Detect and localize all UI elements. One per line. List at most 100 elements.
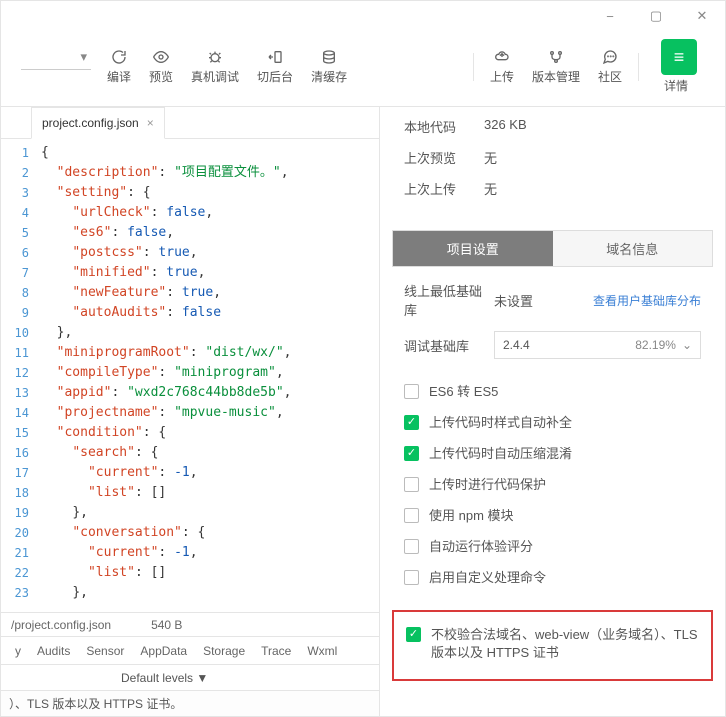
- branch-icon: [548, 48, 564, 66]
- debug-tab-y[interactable]: y: [7, 644, 29, 658]
- checkbox-icon[interactable]: [404, 508, 419, 523]
- code-line: 12 "compileType": "miniprogram",: [1, 363, 379, 383]
- editor-status-bar: /project.config.json 540 B: [1, 612, 379, 636]
- check-auto-compress[interactable]: 上传代码时自动压缩混淆: [404, 445, 701, 463]
- segment-control: 项目设置 域名信息: [392, 230, 713, 267]
- highlighted-setting-box: 不校验合法域名、web-view（业务域名）、TLS 版本以及 HTTPS 证书: [392, 610, 713, 681]
- code-line: 16 "search": {: [1, 443, 379, 463]
- check-label: 上传代码时样式自动补全: [429, 414, 572, 432]
- upload-icon: [493, 48, 511, 66]
- code-line: 20 "conversation": {: [1, 523, 379, 543]
- community-button[interactable]: 社区: [590, 44, 630, 89]
- checkbox-icon[interactable]: [404, 539, 419, 554]
- clear-cache-button[interactable]: 清缓存: [303, 44, 355, 89]
- code-line: 21 "current": -1,: [1, 543, 379, 563]
- code-line: 9 "autoAudits": false: [1, 303, 379, 323]
- console-message-row: ）、TLS 版本以及 HTTPS 证书。: [1, 690, 379, 716]
- window-close-button[interactable]: ✕: [687, 1, 717, 31]
- code-line: 6 "postcss": true,: [1, 243, 379, 263]
- compile-icon: [111, 48, 127, 66]
- debug-tab-trace[interactable]: Trace: [253, 644, 299, 658]
- chat-icon: [601, 48, 619, 66]
- check-npm[interactable]: 使用 npm 模块: [404, 507, 701, 525]
- device-dropdown[interactable]: ▾: [21, 44, 91, 70]
- debug-tab-audits[interactable]: Audits: [29, 644, 78, 658]
- code-line: 3 "setting": {: [1, 183, 379, 203]
- code-line: 14 "projectname": "mpvue-music",: [1, 403, 379, 423]
- debug-tab-appdata[interactable]: AppData: [132, 644, 195, 658]
- menu-icon: ≡: [661, 39, 697, 75]
- checkbox-icon[interactable]: [404, 570, 419, 585]
- check-style-complete[interactable]: 上传代码时样式自动补全: [404, 414, 701, 432]
- window-titlebar: − ▢ ✕: [1, 1, 725, 31]
- log-levels-dropdown[interactable]: Default levels ▼: [121, 671, 208, 685]
- debug-base-select[interactable]: 2.4.4 82.19% ⌄: [494, 331, 701, 359]
- debug-tab-wxml[interactable]: Wxml: [299, 644, 345, 658]
- preview-button[interactable]: 预览: [141, 44, 181, 89]
- file-tab[interactable]: project.config.json ×: [31, 107, 165, 139]
- code-editor[interactable]: 1{2 "description": "项目配置文件。",3 "setting"…: [1, 139, 379, 612]
- status-size: 540 B: [151, 618, 182, 632]
- check-custom-cmd[interactable]: 启用自定义处理命令: [404, 569, 701, 587]
- check-skip-domain-verify[interactable]: 不校验合法域名、web-view（业务域名）、TLS 版本以及 HTTPS 证书: [406, 626, 699, 662]
- checkbox-icon[interactable]: [404, 446, 419, 461]
- compile-button[interactable]: 编译: [99, 44, 139, 89]
- version-button[interactable]: 版本管理: [524, 44, 588, 89]
- code-line: 18 "list": []: [1, 483, 379, 503]
- checkbox-icon[interactable]: [406, 627, 421, 642]
- editor-pane: project.config.json × 1{2 "description":…: [1, 107, 380, 716]
- checkbox-icon[interactable]: [404, 384, 419, 399]
- stack-icon: [321, 48, 337, 66]
- check-label: 上传时进行代码保护: [429, 476, 546, 494]
- chevron-down-icon: ⌄: [682, 338, 692, 352]
- check-code-protect[interactable]: 上传时进行代码保护: [404, 476, 701, 494]
- code-line: 11 "miniprogramRoot": "dist/wx/",: [1, 343, 379, 363]
- code-line: 7 "minified": true,: [1, 263, 379, 283]
- check-label: 不校验合法域名、web-view（业务域名）、TLS 版本以及 HTTPS 证书: [431, 626, 699, 662]
- editor-tabs: project.config.json ×: [1, 107, 379, 139]
- details-panel: 本地代码326 KB 上次预览无 上次上传无 项目设置 域名信息 线上最低基础库…: [380, 107, 725, 716]
- details-button[interactable]: ≡详情: [647, 35, 705, 98]
- code-line: 22 "list": []: [1, 563, 379, 583]
- code-line: 8 "newFeature": true,: [1, 283, 379, 303]
- code-line: 15 "condition": {: [1, 423, 379, 443]
- main-toolbar: ▾ 编译 预览 真机调试 切后台 清缓存 上传 版本管理 社区 ≡详情: [1, 31, 725, 107]
- tab-domain-info[interactable]: 域名信息: [553, 231, 713, 266]
- code-line: 19 },: [1, 503, 379, 523]
- window-minimize-button[interactable]: −: [595, 1, 625, 31]
- upload-button[interactable]: 上传: [482, 44, 522, 89]
- background-icon: [266, 48, 284, 66]
- info-row-last-upload: 上次上传无: [404, 179, 701, 198]
- info-row-last-preview: 上次预览无: [404, 148, 701, 167]
- setting-debug-base: 调试基础库 2.4.4 82.19% ⌄: [404, 331, 701, 359]
- eye-icon: [152, 48, 170, 66]
- debug-tabs: yAuditsSensorAppDataStorageTraceWxml: [1, 636, 379, 664]
- code-line: 13 "appid": "wxd2c768c44bb8de5b",: [1, 383, 379, 403]
- checkbox-icon[interactable]: [404, 477, 419, 492]
- check-auto-audit[interactable]: 自动运行体验评分: [404, 538, 701, 556]
- tab-project-settings[interactable]: 项目设置: [393, 231, 553, 266]
- code-line: 23 },: [1, 583, 379, 603]
- console-message: ）、TLS 版本以及 HTTPS 证书。: [9, 695, 182, 712]
- file-tab-name: project.config.json: [42, 116, 139, 130]
- remote-debug-button[interactable]: 真机调试: [183, 44, 247, 89]
- checkbox-icon[interactable]: [404, 415, 419, 430]
- status-path: /project.config.json: [11, 618, 111, 632]
- code-line: 10 },: [1, 323, 379, 343]
- link-base-lib-distribution[interactable]: 查看用户基础库分布: [593, 292, 701, 309]
- code-line: 4 "urlCheck": false,: [1, 203, 379, 223]
- debug-tab-sensor[interactable]: Sensor: [78, 644, 132, 658]
- check-label: 自动运行体验评分: [429, 538, 533, 556]
- check-es6[interactable]: ES6 转 ES5: [404, 383, 701, 401]
- setting-online-base: 线上最低基础库 未设置 查看用户基础库分布: [404, 281, 701, 319]
- info-row-local-code: 本地代码326 KB: [404, 117, 701, 136]
- code-line: 1{: [1, 143, 379, 163]
- tab-close-icon[interactable]: ×: [147, 116, 154, 130]
- debug-tab-storage[interactable]: Storage: [195, 644, 253, 658]
- bug-icon: [207, 48, 223, 66]
- check-label: 上传代码时自动压缩混淆: [429, 445, 572, 463]
- code-line: 2 "description": "项目配置文件。",: [1, 163, 379, 183]
- background-button[interactable]: 切后台: [249, 44, 301, 89]
- window-maximize-button[interactable]: ▢: [641, 1, 671, 31]
- check-label: 启用自定义处理命令: [429, 569, 546, 587]
